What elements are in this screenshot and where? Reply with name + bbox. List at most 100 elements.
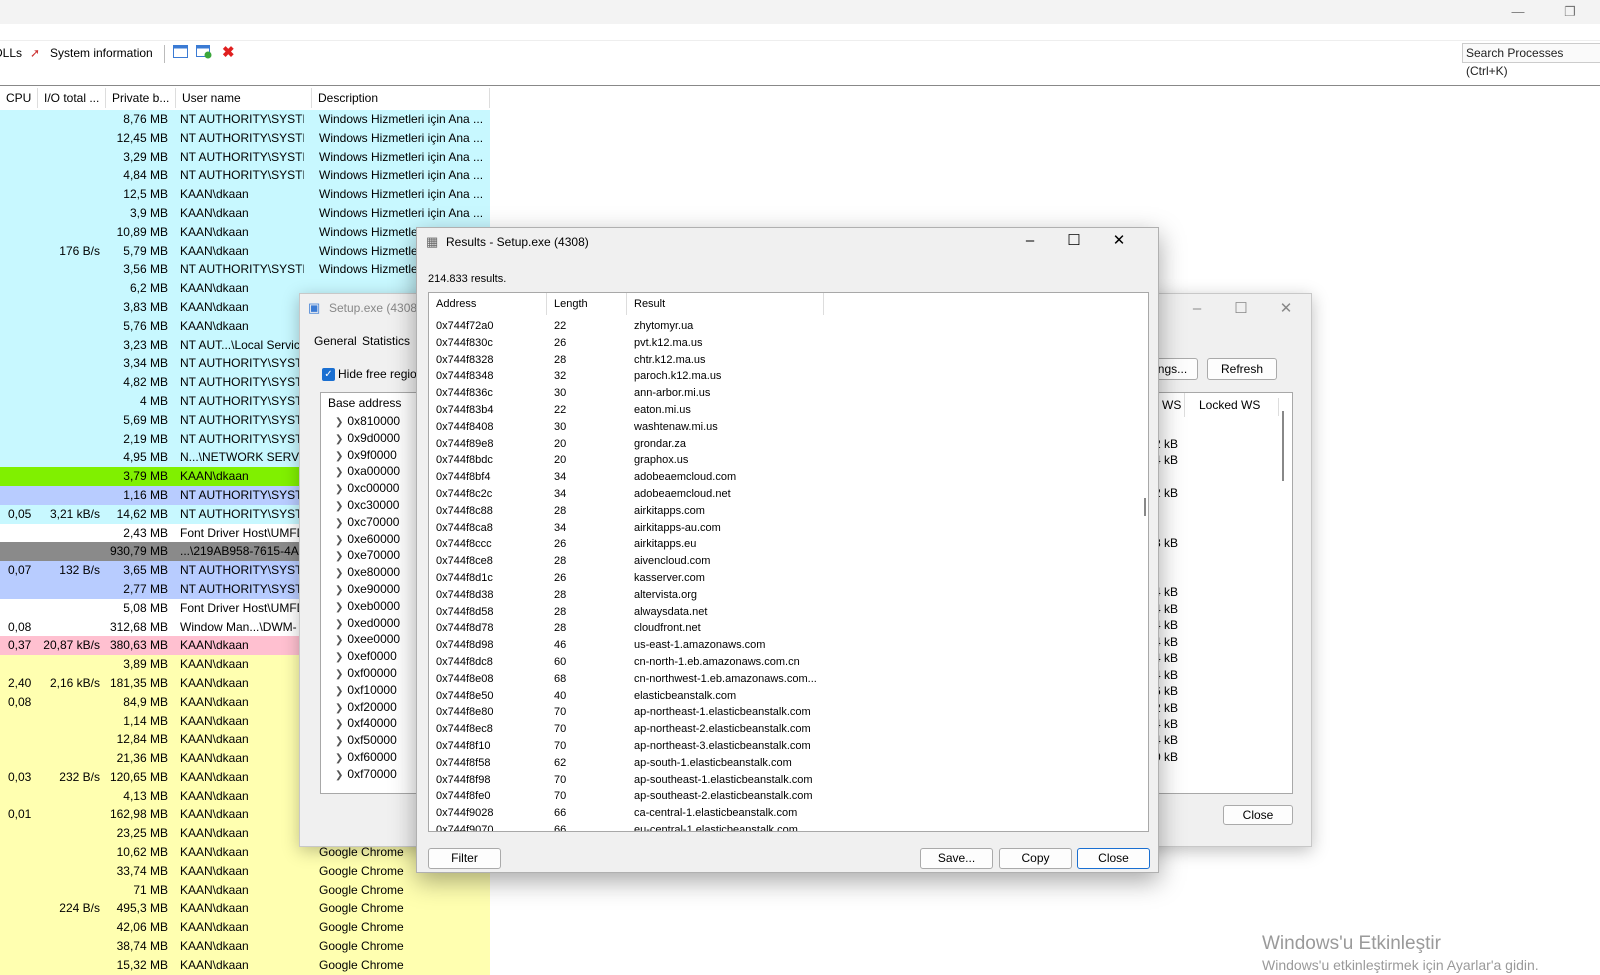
process-row[interactable]: 3,29 MB NT AUTHORITY\SYSTEM Windows Hizmet… [0,147,490,167]
chevron-right-icon[interactable]: ❯ [335,669,343,680]
tree-item[interactable]: ❯ 0xed0000 [321,615,419,632]
tree-item[interactable]: ❯ 0xf20000 [321,699,419,716]
chevron-right-icon[interactable]: ❯ [335,753,343,764]
tree-item[interactable]: ❯ 0xc30000 [321,497,419,514]
minimize-icon[interactable]: — [1500,2,1536,22]
chevron-right-icon[interactable]: ❯ [335,417,343,428]
process-row[interactable]: 8,76 MB NT AUTHORITY\SYSTEM Windows Hizmet… [0,110,490,129]
tree-item[interactable]: ❯ 0xf00000 [321,665,419,682]
tree-item[interactable]: ❯ 0xc70000 [321,514,419,531]
chevron-right-icon[interactable]: ❯ [335,619,343,630]
tree-header-base-address[interactable]: Base address [321,393,419,413]
results-list[interactable]: Address Length Result 0x744f72a0 22 zhytom… [428,292,1149,832]
column-length[interactable]: Length [547,293,627,315]
column-cpu[interactable]: CPU [0,88,38,108]
save-button[interactable]: Save... [920,848,993,869]
chevron-right-icon[interactable]: ❯ [335,501,343,512]
chevron-right-icon[interactable]: ❯ [335,434,343,445]
column-user-name[interactable]: User name [176,88,312,108]
process-row[interactable]: 224 B/s 495,3 MB KAAN\dkaan Google Chrome [0,899,490,919]
process-row[interactable]: 38,74 MB KAAN\dkaan Google Chrome [0,937,490,956]
chevron-right-icon[interactable]: ❯ [335,652,343,663]
chevron-right-icon[interactable]: ❯ [335,518,343,529]
close-x-icon[interactable]: ✖ [222,45,235,61]
chevron-right-icon[interactable]: ❯ [335,451,343,462]
props-close-button[interactable]: Close [1223,805,1293,825]
minimize-icon[interactable]: – [1009,230,1051,252]
system-information-button[interactable]: System information [50,45,153,61]
tree-item[interactable]: ❯ 0xe90000 [321,581,419,598]
results-scrollbar-thumb[interactable] [1144,498,1146,516]
chevron-right-icon[interactable]: ❯ [335,484,343,495]
restore-icon[interactable]: ❐ [1552,2,1588,22]
maximize-icon[interactable]: ☐ [1220,298,1262,320]
dlls-button[interactable]: DLLs [0,45,22,61]
process-row[interactable]: 71 MB KAAN\dkaan Google Chrome [0,880,490,900]
results-close-button[interactable]: Close [1077,848,1150,869]
refresh-button[interactable]: Refresh [1207,358,1277,380]
chevron-right-icon[interactable]: ❯ [335,585,343,596]
tree-item[interactable]: ❯ 0xf60000 [321,749,419,766]
chevron-right-icon[interactable]: ❯ [335,686,343,697]
column-private-bytes[interactable]: Private b... [106,88,176,108]
column-locked-ws[interactable]: Locked WS [1199,398,1260,412]
memory-list-right[interactable]: WS Locked WS 2 kB 4 kB 2 kB 8 kB 4 kB 4 kB 4 k… [1153,392,1293,794]
tree-item[interactable]: ❯ 0xa00000 [321,463,419,480]
copy-button[interactable]: Copy [999,848,1072,869]
scrollbar-thumb[interactable] [1282,411,1284,481]
filter-button[interactable]: Filter [428,848,501,869]
tree-item[interactable]: ❯ 0xe80000 [321,564,419,581]
cell-length: 28 [554,555,567,568]
cell-length: 28 [554,504,567,517]
chevron-right-icon[interactable]: ❯ [335,703,343,714]
process-row[interactable]: 12,45 MB NT AUTHORITY\SYSTEM Windows Hizme… [0,128,490,148]
cell-user-name: KAAN\dkaan [180,299,249,314]
system-information-icon[interactable]: ➚ [30,45,40,61]
tree-item[interactable]: ❯ 0xee0000 [321,631,419,648]
cell-result: airkitapps-au.com [634,521,721,534]
window-icon[interactable] [173,45,188,61]
minimize-icon[interactable]: – [1176,298,1218,320]
tree-item[interactable]: ❯ 0xf50000 [321,732,419,749]
chevron-right-icon[interactable]: ❯ [335,635,343,646]
tab-statistics[interactable]: Statistics [362,334,410,348]
chevron-right-icon[interactable]: ❯ [335,568,343,579]
process-row[interactable]: 42,06 MB KAAN\dkaan Google Chrome [0,918,490,938]
column-result[interactable]: Result [627,293,824,315]
chevron-right-icon[interactable]: ❯ [335,535,343,546]
chevron-right-icon[interactable]: ❯ [335,602,343,613]
chevron-right-icon[interactable]: ❯ [335,467,343,478]
tree-item[interactable]: ❯ 0x9d0000 [321,430,419,447]
tree-item[interactable]: ❯ 0x9f0000 [321,447,419,464]
chevron-right-icon[interactable]: ❯ [335,551,343,562]
tree-item[interactable]: ❯ 0xc00000 [321,480,419,497]
cell-address: 0x744f8ce8 [436,555,493,568]
chevron-right-icon[interactable]: ❯ [335,770,343,781]
column-description[interactable]: Description [312,88,490,108]
tree-item[interactable]: ❯ 0xe60000 [321,531,419,548]
process-row[interactable]: 12,5 MB KAAN\dkaan Windows Hizmetleri için… [0,185,490,204]
search-processes-input[interactable]: Search Processes (Ctrl+K) [1462,43,1600,78]
column-address[interactable]: Address [429,293,547,315]
tree-item[interactable]: ❯ 0x810000 [321,413,419,430]
tree-item[interactable]: ❯ 0xf40000 [321,715,419,732]
memory-tree[interactable]: Base address ❯ 0x810000 ❯ 0x9d0000 ❯ 0x9f0000… [320,392,420,794]
close-icon[interactable]: ✕ [1265,298,1307,320]
hide-free-regions-checkbox[interactable]: ✓ Hide free regions [322,367,429,381]
column-ws[interactable]: WS [1162,398,1181,412]
close-icon[interactable]: ✕ [1098,230,1140,252]
tree-item[interactable]: ❯ 0xf10000 [321,682,419,699]
chevron-right-icon[interactable]: ❯ [335,736,343,747]
tree-item[interactable]: ❯ 0xef0000 [321,648,419,665]
chevron-right-icon[interactable]: ❯ [335,719,343,730]
process-row[interactable]: 4,84 MB NT AUTHORITY\SYSTEM Windows Hizmet… [0,166,490,186]
tab-general[interactable]: General [314,334,357,348]
maximize-icon[interactable]: ☐ [1053,230,1095,252]
add-window-icon[interactable] [196,45,212,61]
column-io-total[interactable]: I/O total ... [38,88,106,108]
cell-length: 26 [554,571,567,584]
tree-item[interactable]: ❯ 0xe70000 [321,547,419,564]
tree-item[interactable]: ❯ 0xf70000 [321,766,419,783]
tree-item[interactable]: ❯ 0xeb0000 [321,598,419,615]
process-row[interactable]: 3,9 MB KAAN\dkaan Windows Hizmetleri için … [0,203,490,223]
